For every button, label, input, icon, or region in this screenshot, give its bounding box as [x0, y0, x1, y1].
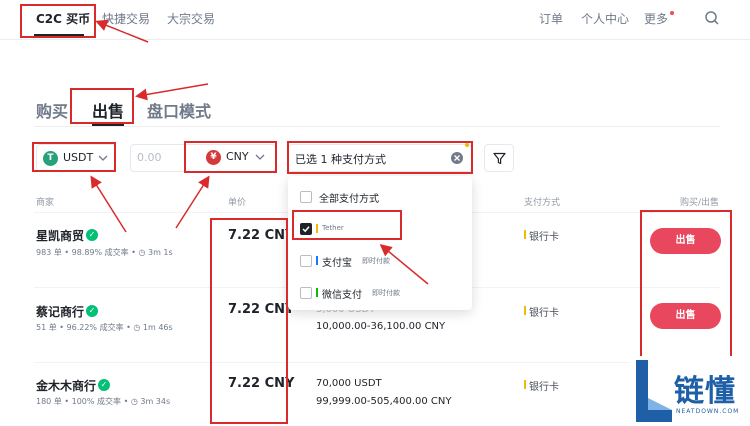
logo-subtitle: NEATDOWN.COM: [676, 408, 740, 415]
logo-text: 链懂: [674, 374, 736, 409]
logo-l-icon: [636, 360, 672, 422]
neatdown-logo: 链懂 NEATDOWN.COM: [630, 356, 750, 426]
